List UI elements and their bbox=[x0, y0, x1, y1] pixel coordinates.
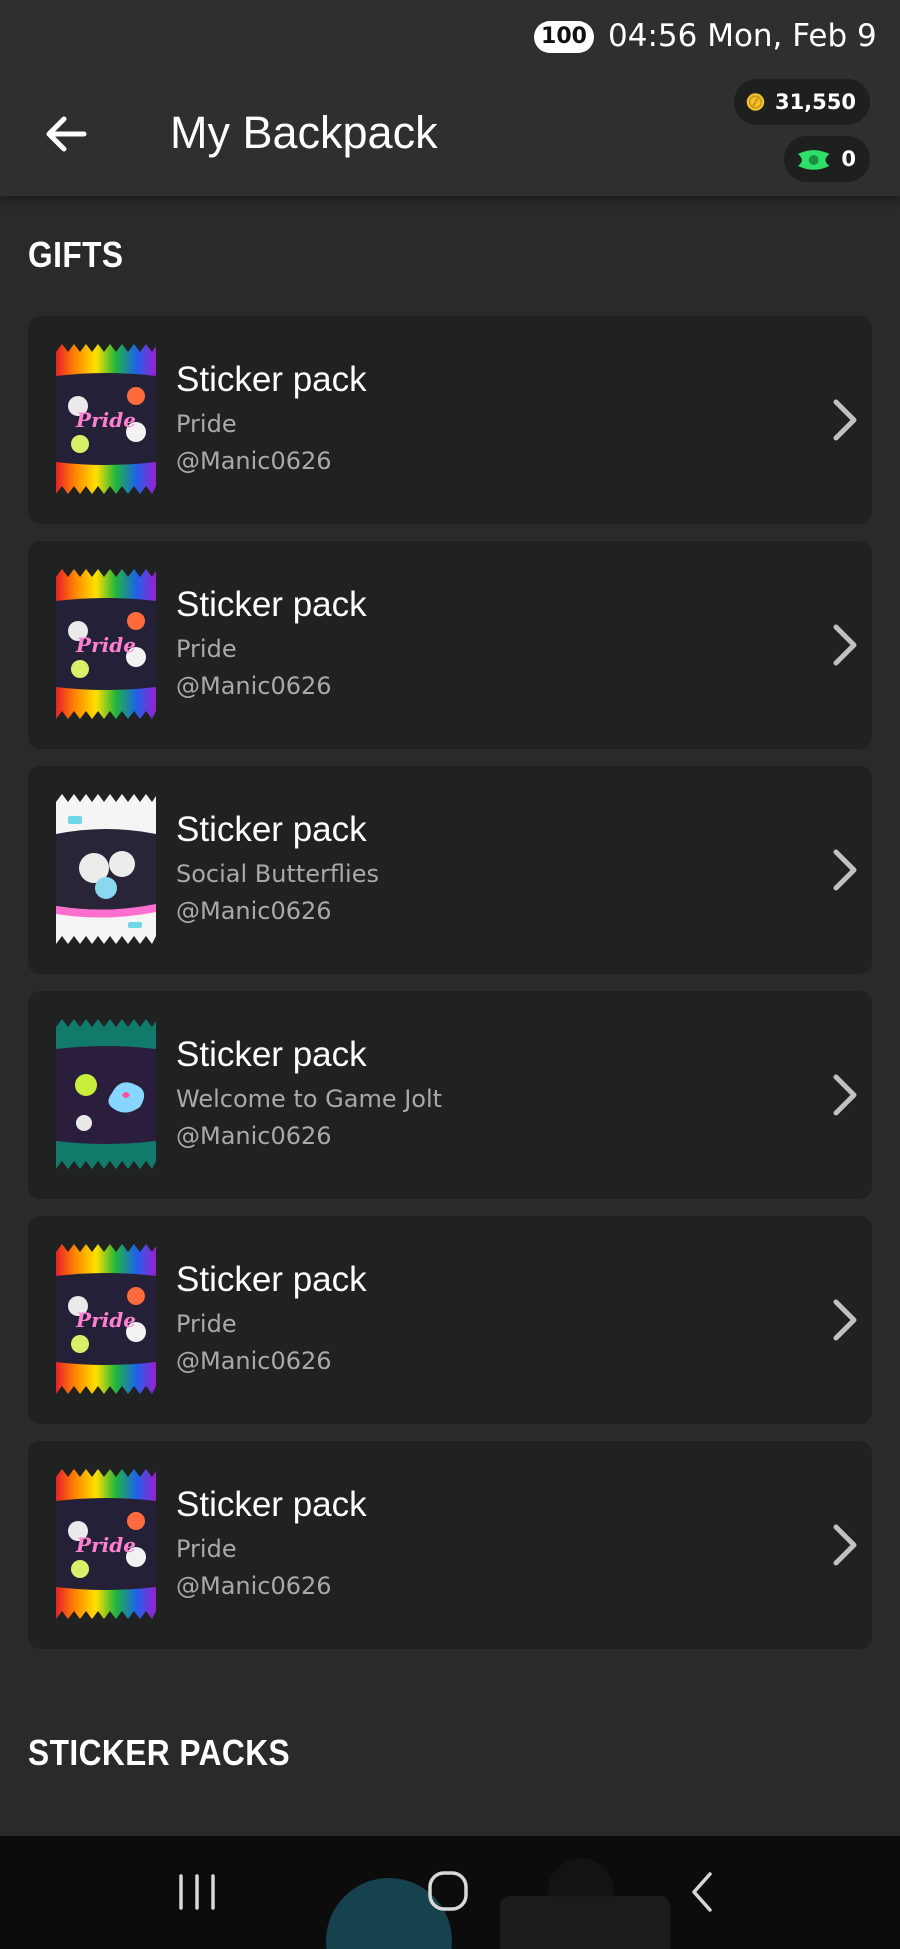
chevron-right-icon[interactable] bbox=[828, 1071, 862, 1119]
svg-text:Pride: Pride bbox=[75, 633, 136, 657]
gem-count: 0 bbox=[841, 147, 856, 171]
chevron-left-icon bbox=[692, 1872, 712, 1912]
arrow-left-icon bbox=[46, 116, 87, 152]
svg-text:Pride: Pride bbox=[75, 1533, 136, 1557]
gift-sender: @Manic0626 bbox=[176, 1347, 332, 1375]
status-time-date: 04:56 Mon, Feb 9 bbox=[608, 18, 877, 54]
sticker-pack-image: Pride bbox=[56, 1244, 156, 1394]
sticker-pack-image: Pride bbox=[56, 1469, 156, 1619]
gift-card[interactable]: Sticker pack Social Butterflies @Manic06… bbox=[28, 766, 872, 974]
coin-balance[interactable]: 31,550 bbox=[734, 79, 870, 125]
system-nav-bar bbox=[0, 1836, 900, 1949]
sticker-pack-image: Pride bbox=[56, 569, 156, 719]
status-bar-overlay: 100 04:56 Mon, Feb 9 bbox=[0, 0, 900, 72]
section-heading-sticker-packs: STICKER PACKS bbox=[28, 1732, 291, 1773]
gift-card[interactable]: Pride Sticker pack Pride @Manic0626 bbox=[28, 541, 872, 749]
gift-title: Sticker pack bbox=[176, 1035, 367, 1074]
system-back-button[interactable] bbox=[662, 1860, 742, 1924]
home-button[interactable] bbox=[408, 1860, 488, 1924]
sticker-pack-image bbox=[56, 1019, 156, 1169]
gift-title: Sticker pack bbox=[176, 1485, 367, 1524]
gem-icon bbox=[797, 150, 830, 170]
coin-icon bbox=[746, 93, 765, 111]
ghost-avatar-icon bbox=[500, 1896, 670, 1949]
sticker-pack-image: Pride bbox=[56, 344, 156, 494]
gift-card[interactable]: Pride Sticker pack Pride @Manic0626 bbox=[28, 1441, 872, 1649]
gift-card[interactable]: Pride Sticker pack Pride @Manic0626 bbox=[28, 316, 872, 524]
gift-sender: @Manic0626 bbox=[176, 1572, 332, 1600]
gift-card[interactable]: Pride Sticker pack Pride @Manic0626 bbox=[28, 1216, 872, 1424]
home-icon bbox=[428, 1871, 468, 1911]
gift-pack-name: Pride bbox=[176, 410, 237, 438]
back-button[interactable] bbox=[40, 108, 92, 160]
gift-sender: @Manic0626 bbox=[176, 447, 332, 475]
gem-balance[interactable]: 0 bbox=[784, 136, 870, 182]
chevron-right-icon[interactable] bbox=[828, 1296, 862, 1344]
chevron-right-icon[interactable] bbox=[828, 396, 862, 444]
section-heading-gifts: GIFTS bbox=[28, 234, 124, 275]
gift-sender: @Manic0626 bbox=[176, 897, 332, 925]
gift-title: Sticker pack bbox=[176, 360, 367, 399]
recent-apps-icon bbox=[179, 1874, 215, 1910]
gift-pack-name: Pride bbox=[176, 635, 237, 663]
gift-sender: @Manic0626 bbox=[176, 1122, 332, 1150]
gift-pack-name: Pride bbox=[176, 1310, 237, 1338]
gift-pack-name: Pride bbox=[176, 1535, 237, 1563]
gift-pack-name: Social Butterflies bbox=[176, 860, 379, 888]
gift-card[interactable]: Sticker pack Welcome to Game Jolt @Manic… bbox=[28, 991, 872, 1199]
app-bar: 100 04:56 Mon, Feb 9 My Backpack 31,550 … bbox=[0, 0, 900, 196]
gift-title: Sticker pack bbox=[176, 585, 367, 624]
chevron-right-icon[interactable] bbox=[828, 1521, 862, 1569]
chevron-right-icon[interactable] bbox=[828, 846, 862, 894]
recent-apps-button[interactable] bbox=[157, 1860, 237, 1924]
chevron-right-icon[interactable] bbox=[828, 621, 862, 669]
page-title: My Backpack bbox=[170, 107, 438, 158]
gift-title: Sticker pack bbox=[176, 1260, 367, 1299]
gift-sender: @Manic0626 bbox=[176, 672, 332, 700]
svg-text:Pride: Pride bbox=[75, 408, 136, 432]
ghost-helmet-icon bbox=[548, 1858, 614, 1902]
svg-text:Pride: Pride bbox=[75, 1308, 136, 1332]
gift-pack-name: Welcome to Game Jolt bbox=[176, 1085, 443, 1113]
gift-title: Sticker pack bbox=[176, 810, 367, 849]
battery-indicator: 100 bbox=[534, 21, 594, 53]
sticker-pack-image bbox=[56, 794, 156, 944]
coin-count: 31,550 bbox=[774, 90, 856, 114]
